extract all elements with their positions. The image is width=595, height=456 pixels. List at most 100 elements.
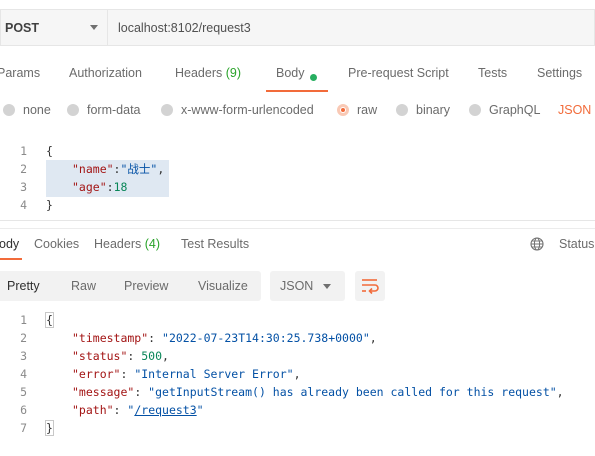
response-body-viewer[interactable]: 1 { 2 "timestamp": "2022-07-23T14:30:25.… xyxy=(0,311,595,441)
format-label: JSON xyxy=(280,279,314,293)
response-status-label: Status: xyxy=(559,237,595,251)
json-key: "message" xyxy=(72,385,135,399)
code-text: } xyxy=(27,198,53,212)
line-number: 6 xyxy=(20,403,27,417)
code-text: "message": "getInputStream() has already… xyxy=(72,385,564,399)
tab-authorization[interactable]: Authorization xyxy=(69,66,142,80)
code-text: { xyxy=(27,312,54,328)
tab-headers-count: (9) xyxy=(225,66,242,80)
tab-response-headers[interactable]: Headers (4) xyxy=(94,237,160,251)
brace: { xyxy=(45,312,54,328)
tab-params[interactable]: Params xyxy=(0,66,40,80)
active-tab-underline xyxy=(0,258,22,260)
code-line: 4 "error": "Internal Server Error", xyxy=(0,365,595,383)
json-number: 18 xyxy=(113,180,128,194)
response-toolbar: Pretty Raw Preview Visualize JSON xyxy=(0,271,595,301)
line-number: 2 xyxy=(20,162,27,176)
url-bar: POST localhost:8102/request3 xyxy=(0,9,595,46)
code-line: 7 } xyxy=(0,419,595,437)
tab-prerequest-script[interactable]: Pre-request Script xyxy=(348,66,449,80)
code-line: 5 "message": "getInputStream() has alrea… xyxy=(0,383,595,401)
radio-raw-label: raw xyxy=(357,103,378,117)
tab-settings[interactable]: Settings xyxy=(537,66,582,80)
brace: } xyxy=(46,198,53,212)
tab-test-results[interactable]: Test Results xyxy=(181,237,249,251)
json-string: "getInputStream() has already been calle… xyxy=(148,385,557,399)
radio-circle-icon xyxy=(3,104,15,116)
view-pretty[interactable]: Pretty xyxy=(7,279,40,293)
code-line: 1 { xyxy=(0,311,595,329)
line-number: 4 xyxy=(20,198,27,212)
tab-tests[interactable]: Tests xyxy=(478,66,507,80)
view-mode-segmented: Pretty Raw Preview Visualize xyxy=(0,271,261,301)
json-key: "age" xyxy=(72,180,107,194)
tab-headers-label: Headers xyxy=(175,66,223,80)
tab-cookies[interactable]: Cookies xyxy=(34,237,79,251)
radio-urlencoded[interactable]: x-www-form-urlencoded xyxy=(161,103,314,117)
line-number: 3 xyxy=(20,180,27,194)
wrap-lines-button[interactable] xyxy=(355,271,385,301)
code-text: "name":"战士", xyxy=(72,162,165,176)
chevron-down-icon xyxy=(323,284,331,289)
tab-headers[interactable]: Headers (9) xyxy=(175,66,241,80)
code-line: 3 "status": 500, xyxy=(0,347,595,365)
code-line: 1 { xyxy=(0,142,595,160)
active-tab-underline xyxy=(266,90,328,92)
json-key: "timestamp" xyxy=(72,331,149,345)
json-key: "name" xyxy=(72,162,114,176)
json-string: "/request3" xyxy=(127,403,204,417)
brace: } xyxy=(45,420,54,436)
code-text: "age":18 xyxy=(72,180,128,194)
method-label: POST xyxy=(5,20,40,35)
divider xyxy=(0,220,595,221)
tab-body-label: Body xyxy=(276,66,305,80)
json-key: "path" xyxy=(72,403,114,417)
request-tabs: Params Authorization Headers (9) Body Pr… xyxy=(0,58,595,92)
json-number: 500 xyxy=(141,349,163,363)
url-text: localhost:8102/request3 xyxy=(118,20,251,35)
radio-form-data[interactable]: form-data xyxy=(67,103,141,117)
json-string: "2022-07-23T14:30:25.738+0000" xyxy=(162,331,370,345)
radio-none-label: none xyxy=(23,103,51,117)
view-visualize[interactable]: Visualize xyxy=(198,279,248,293)
radio-graphql[interactable]: GraphQL xyxy=(469,103,540,117)
json-key: "error" xyxy=(72,367,121,381)
json-key: "status" xyxy=(72,349,128,363)
radio-urlencoded-label: x-www-form-urlencoded xyxy=(181,103,314,117)
json-string: "战士" xyxy=(120,162,158,176)
globe-icon[interactable] xyxy=(530,237,544,251)
method-select[interactable]: POST xyxy=(0,9,107,46)
request-body-editor[interactable]: 1 { 2 "name":"战士", 3 "age":18 4 } xyxy=(0,140,595,220)
radio-circle-icon xyxy=(469,104,481,116)
view-preview[interactable]: Preview xyxy=(124,279,168,293)
wrap-lines-icon xyxy=(362,279,379,295)
code-text: "error": "Internal Server Error", xyxy=(72,367,301,381)
tab-response-body[interactable]: ody xyxy=(0,237,19,251)
radio-form-data-label: form-data xyxy=(87,103,141,117)
tab-body[interactable]: Body xyxy=(276,66,317,81)
view-raw[interactable]: Raw xyxy=(71,279,96,293)
code-text: "status": 500, xyxy=(72,349,169,363)
line-number: 5 xyxy=(20,385,27,399)
radio-graphql-label: GraphQL xyxy=(489,103,541,117)
code-text: } xyxy=(27,420,54,436)
body-type-radios: none form-data x-www-form-urlencoded raw… xyxy=(0,100,595,122)
path-link[interactable]: /request3 xyxy=(134,403,196,417)
radio-raw[interactable]: raw xyxy=(337,103,377,117)
line-number: 3 xyxy=(20,349,27,363)
resize-divider[interactable] xyxy=(0,228,595,229)
tab-response-headers-label: Headers xyxy=(94,237,142,251)
radio-none[interactable]: none xyxy=(3,103,51,117)
format-select[interactable]: JSON xyxy=(270,271,345,301)
code-line: 2 "name":"战士", xyxy=(0,160,595,178)
tab-response-headers-count: (4) xyxy=(144,237,161,251)
url-input[interactable]: localhost:8102/request3 xyxy=(107,9,595,46)
radio-circle-icon xyxy=(67,104,79,116)
radio-binary[interactable]: binary xyxy=(396,103,450,117)
raw-format-json-dropdown[interactable]: JSON xyxy=(558,103,591,117)
chevron-down-icon xyxy=(90,25,98,30)
code-line: 2 "timestamp": "2022-07-23T14:30:25.738+… xyxy=(0,329,595,347)
code-line: 4 } xyxy=(0,196,595,214)
line-number: 1 xyxy=(20,144,27,158)
line-number: 1 xyxy=(20,313,27,327)
